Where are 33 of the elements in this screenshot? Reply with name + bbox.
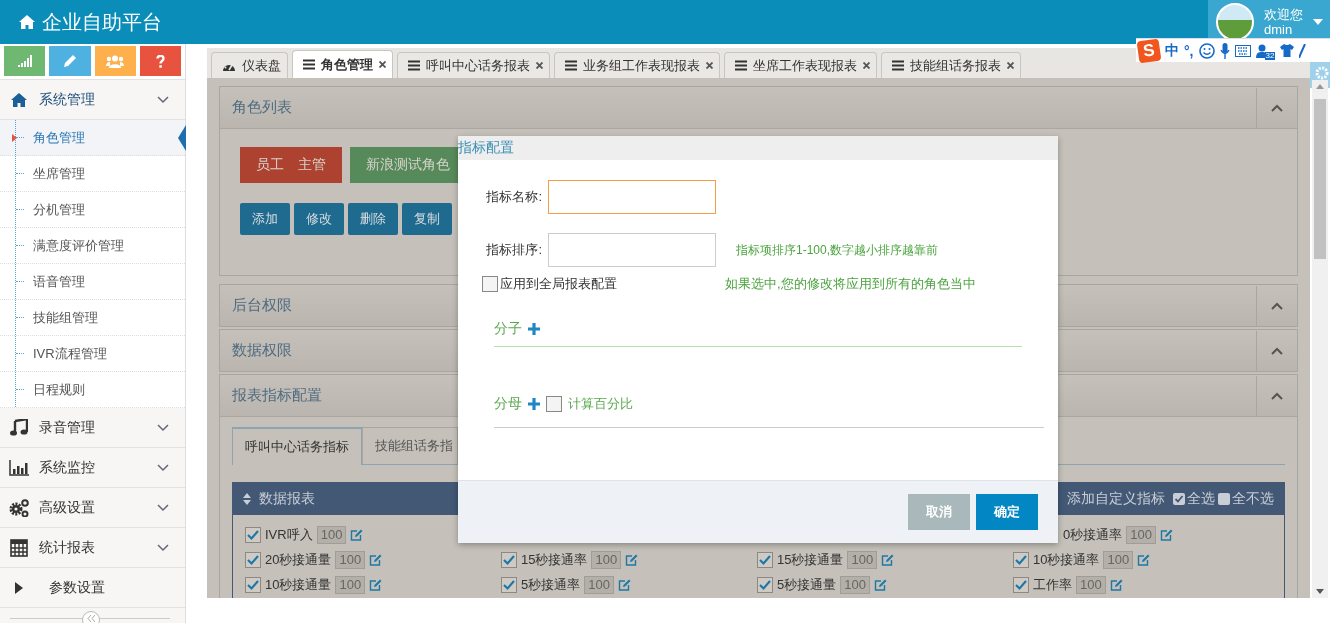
weight-value: 100 [335, 551, 366, 569]
metric-label: 10秒接通量 [265, 576, 332, 594]
greeting: 欢迎您 [1264, 7, 1303, 22]
weight-value: 100 [591, 551, 622, 569]
metric-label: 15秒接通量 [777, 551, 844, 569]
metric-label: 工作率 [1033, 576, 1072, 594]
metric-label: 0秒接通率 [1063, 526, 1123, 544]
weight-value: 100 [1103, 551, 1134, 569]
hint-text: 如果选中,您的修改将应用到所有的角色当中 [725, 275, 976, 293]
weight-value: 100 [1076, 576, 1106, 594]
weight-value: 100 [316, 526, 347, 544]
metric-label: IVR呼入 [265, 526, 313, 544]
checkbox-label: 应用到全局报表配置 [500, 275, 617, 293]
count-badge: 32 [1264, 51, 1276, 60]
weight-value: 100 [584, 576, 614, 594]
table-title: 数据报表 [259, 490, 315, 508]
metric-label: 5秒接通率 [521, 576, 581, 594]
field-label: 指标排序: [485, 241, 542, 259]
weight-value: 100 [840, 576, 870, 594]
weight-value: 100 [1126, 526, 1156, 544]
metric-label: 10秒接通率 [1033, 551, 1100, 569]
numerator-label: 分子 [494, 320, 522, 338]
denominator-label: 分母 [494, 395, 522, 413]
weight-value: 100 [847, 551, 878, 569]
field-label: 指标名称: [485, 188, 542, 206]
weight-value: 100 [335, 576, 366, 594]
metric-label: 15秒接通率 [521, 551, 588, 569]
hint-text: 指标项排序1-100,数字越小排序越靠前 [736, 241, 939, 259]
app-title: 企业自助平台 [42, 9, 162, 35]
metric-label: 20秒接通量 [265, 551, 332, 569]
metric-label: 5秒接通量 [777, 576, 837, 594]
checkbox-label: 计算百分比 [568, 395, 633, 413]
dialog-title: 指标配置 [458, 136, 1058, 160]
